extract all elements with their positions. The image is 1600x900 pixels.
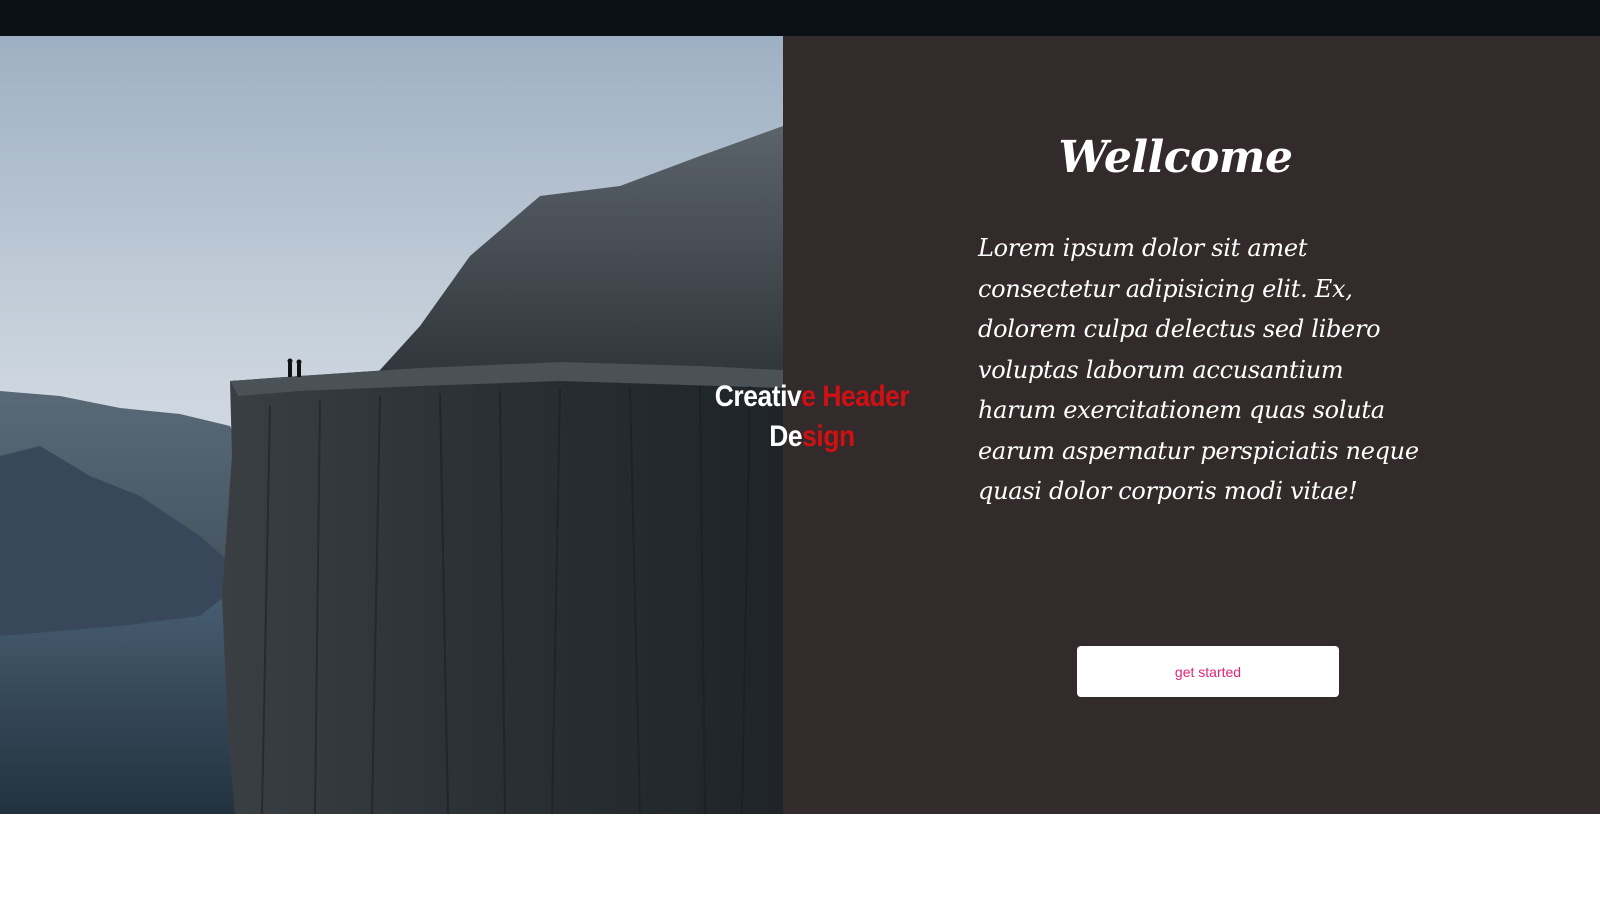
logo-part-3: De [769, 420, 803, 453]
logo-part-1: Creativ [714, 380, 802, 413]
logo-part-4: sign [802, 420, 855, 453]
page-footer-area [0, 814, 1600, 900]
welcome-paragraph: Lorem ipsum dolor sit amet consectetur a… [978, 234, 1419, 505]
cliff-landscape-image [0, 36, 783, 814]
get-started-button[interactable]: get started [1077, 646, 1339, 697]
site-logo[interactable]: Creative Header Design [713, 377, 910, 457]
welcome-heading: Wellcome [1058, 132, 1293, 183]
top-bar [0, 0, 1600, 36]
logo-part-2: e Header [801, 380, 910, 413]
hero-photo [0, 36, 783, 814]
scrollbar-track[interactable] [1568, 36, 1600, 814]
